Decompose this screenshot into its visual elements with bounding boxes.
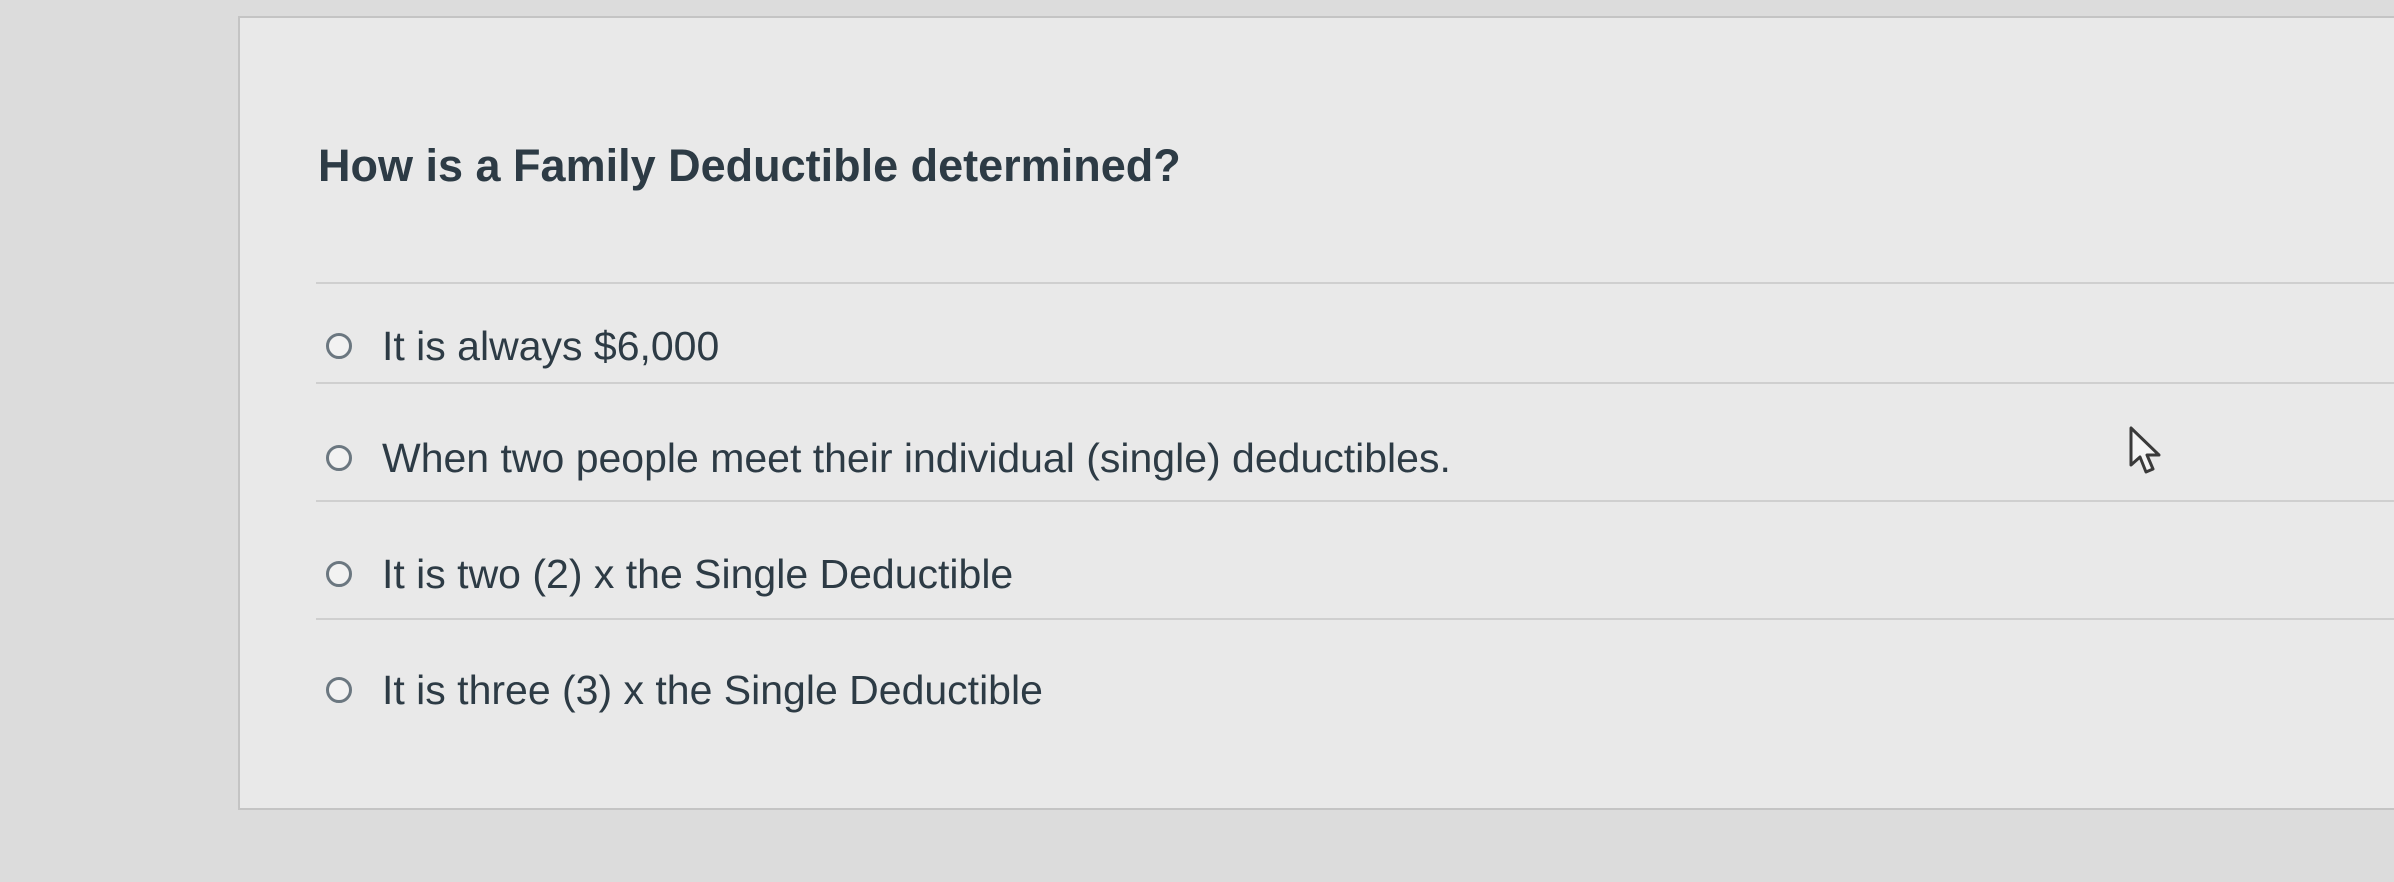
- answer-label: It is two (2) x the Single Deductible: [382, 550, 1014, 597]
- radio-unchecked-icon[interactable]: [326, 445, 352, 471]
- answer-label: It is three (3) x the Single Deductible: [382, 666, 1043, 713]
- divider: [316, 282, 2394, 284]
- divider: [316, 382, 2394, 384]
- answer-label: When two people meet their individual (s…: [382, 434, 1451, 481]
- answer-option-2[interactable]: When two people meet their individual (s…: [326, 428, 1451, 488]
- radio-unchecked-icon[interactable]: [326, 561, 352, 587]
- mouse-pointer-icon: [2129, 426, 2161, 474]
- question-card: How is a Family Deductible determined? I…: [238, 16, 2394, 810]
- answer-option-4[interactable]: It is three (3) x the Single Deductible: [326, 660, 1043, 720]
- answer-option-1[interactable]: It is always $6,000: [326, 316, 719, 376]
- answer-label: It is always $6,000: [382, 322, 720, 369]
- radio-unchecked-icon[interactable]: [326, 677, 352, 703]
- radio-unchecked-icon[interactable]: [326, 333, 352, 359]
- divider: [316, 500, 2394, 502]
- answer-option-3[interactable]: It is two (2) x the Single Deductible: [326, 544, 1013, 604]
- divider: [316, 618, 2394, 620]
- question-title: How is a Family Deductible determined?: [318, 140, 1181, 191]
